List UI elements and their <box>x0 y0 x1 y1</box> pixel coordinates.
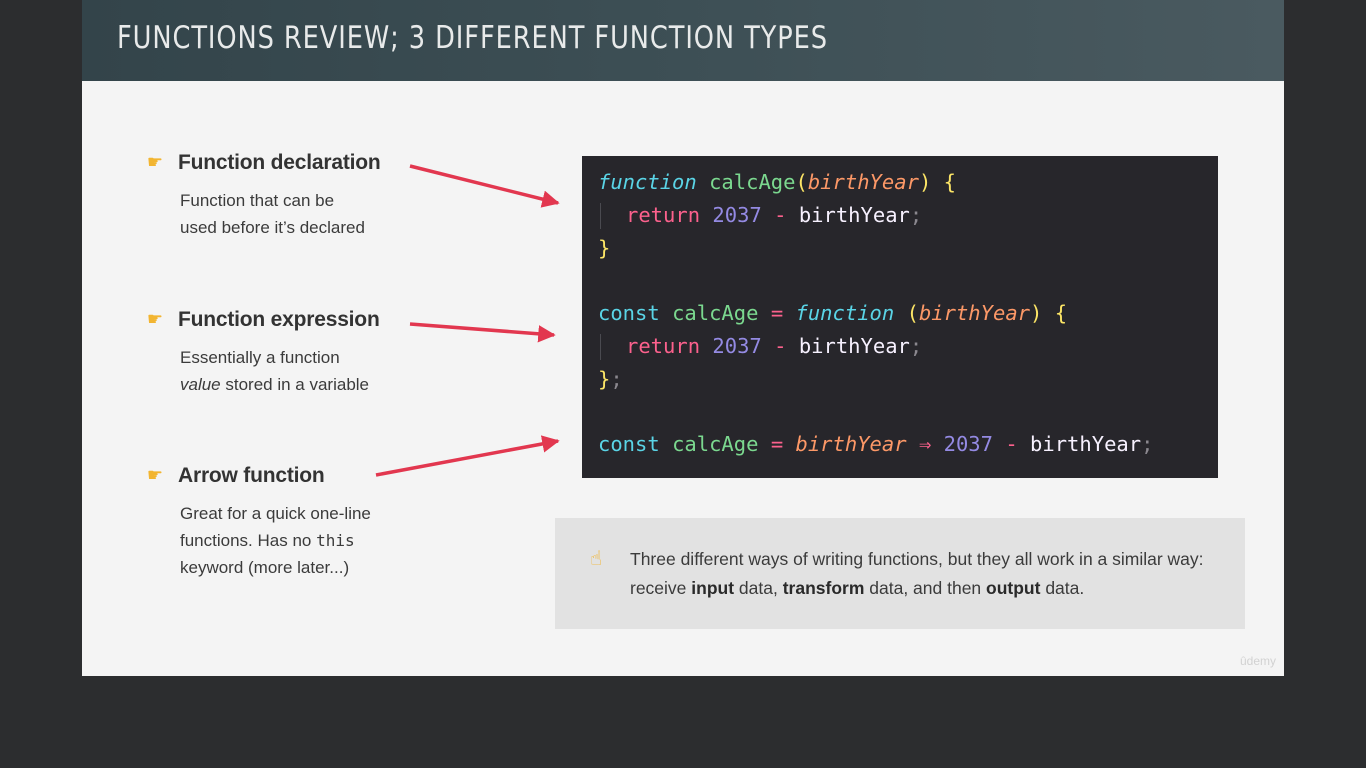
pointing-hand-icon: ☛ <box>146 309 164 330</box>
code-line: return 2037 - birthYear; <box>598 199 1218 232</box>
code-line: }; <box>598 366 623 391</box>
point-label: Arrow function <box>178 464 325 487</box>
point-function-expression: ☛ Function expression Essentially a func… <box>144 306 444 398</box>
point-label: Function expression <box>178 308 380 331</box>
point-description: Essentially a function value stored in a… <box>180 348 370 394</box>
pointing-hand-icon: ☛ <box>146 465 164 486</box>
code-block: function calcAge(birthYear) { return 203… <box>582 156 1218 478</box>
this-keyword: this <box>316 531 355 550</box>
point-arrow-function: ☛ Arrow function Great for a quick one-l… <box>144 462 444 581</box>
pointing-up-hand-icon: ☝ <box>590 546 603 570</box>
code-line: const calcAge = function (birthYear) { <box>598 301 1068 326</box>
slide-title: FUNCTIONS REVIEW; 3 DIFFERENT FUNCTION T… <box>117 20 829 56</box>
point-function-declaration: ☛ Function declaration Function that can… <box>144 149 444 241</box>
point-label: Function declaration <box>178 151 381 174</box>
code-line: } <box>598 235 611 260</box>
udemy-watermark: ûdemy <box>1239 654 1276 668</box>
slide: FUNCTIONS REVIEW; 3 DIFFERENT FUNCTION T… <box>82 0 1284 676</box>
pointing-hand-icon: ☛ <box>146 152 164 173</box>
code-line: function calcAge(birthYear) { <box>598 170 956 194</box>
code-line: return 2037 - birthYear; <box>598 330 1218 363</box>
note-box: ☝ Three different ways of writing functi… <box>555 518 1245 629</box>
code-line: const calcAge = birthYear ⇒ 2037 - birth… <box>598 432 1154 457</box>
point-description: Function that can be used before it’s de… <box>180 191 365 237</box>
point-description: Great for a quick one-line functions. Ha… <box>180 504 371 577</box>
note-text: Three different ways of writing function… <box>630 549 1204 598</box>
slide-header: FUNCTIONS REVIEW; 3 DIFFERENT FUNCTION T… <box>82 0 1284 81</box>
